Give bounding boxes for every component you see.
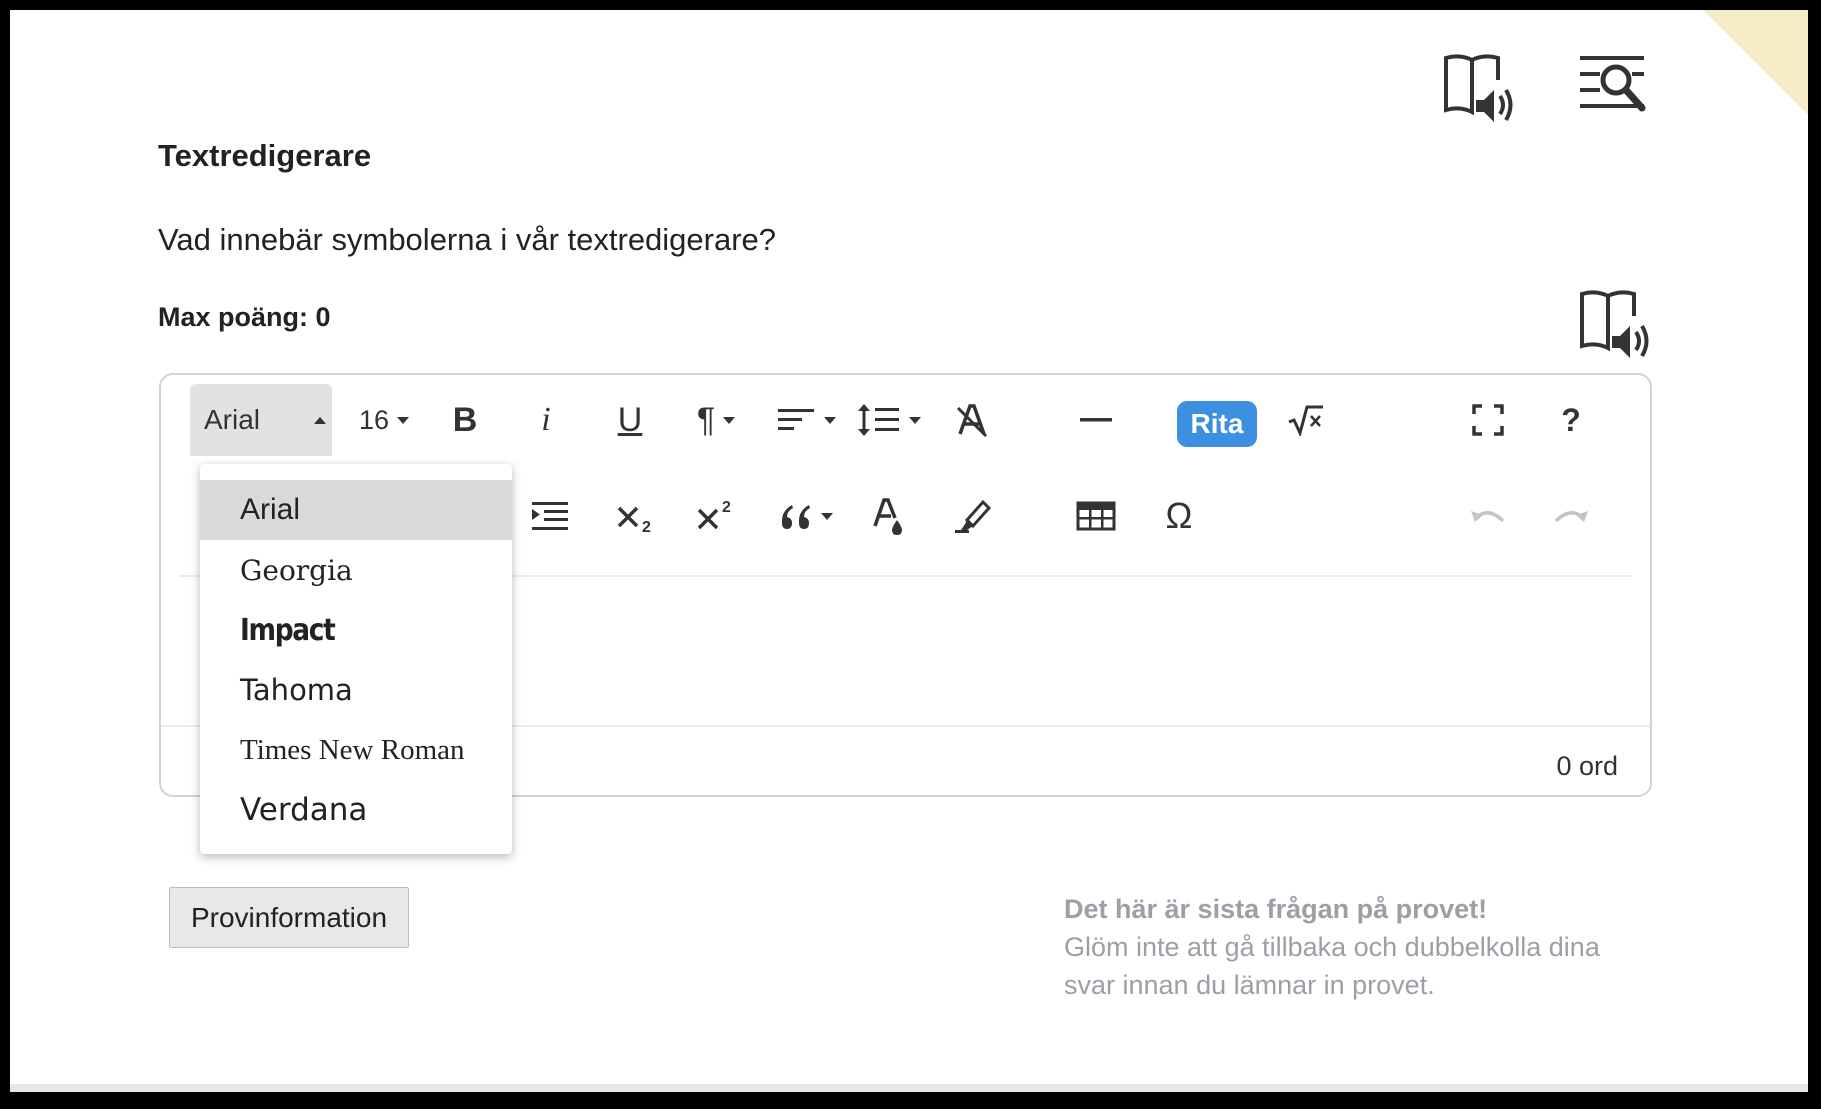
question-text: Vad innebär symbolerna i vår textrediger… <box>158 222 777 257</box>
rita-button[interactable]: Rita <box>1177 401 1257 447</box>
page-frame: Textredigerare Vad innebär symbolerna i … <box>10 10 1808 1092</box>
redo-button[interactable] <box>1546 488 1596 544</box>
font-family-select[interactable]: Arial <box>190 384 332 456</box>
undo-button[interactable] <box>1463 488 1513 544</box>
line-height-icon <box>858 404 899 436</box>
subscript-icon: 2 <box>617 506 651 534</box>
clear-format-button[interactable] <box>947 392 997 448</box>
last-question-note: Det här är sista frågan på provet! Glöm … <box>1064 890 1600 1004</box>
horizontal-line-button[interactable] <box>1071 392 1121 448</box>
text-lines-magnifier-icon[interactable] <box>1576 50 1652 127</box>
chevron-down-icon <box>824 416 836 424</box>
font-option-arial[interactable]: Arial <box>200 480 512 540</box>
subscript-button[interactable]: 2 <box>608 488 668 544</box>
align-icon <box>778 409 814 430</box>
chevron-down-icon <box>821 512 833 520</box>
quote-icon <box>781 505 810 529</box>
italic-button[interactable]: i <box>521 392 571 448</box>
font-size-select[interactable]: 16 <box>349 392 419 448</box>
underline-icon: U <box>617 400 643 439</box>
help-button[interactable]: ? <box>1546 392 1596 448</box>
align-button[interactable] <box>773 392 839 448</box>
bold-icon: B <box>452 400 478 439</box>
superscript-button[interactable]: 2 <box>688 488 748 544</box>
clear-format-icon <box>956 404 988 438</box>
indent-icon <box>532 502 568 530</box>
font-option-impact[interactable]: Impact <box>205 600 480 660</box>
font-option-georgia[interactable]: Georgia <box>200 540 512 600</box>
bold-button[interactable]: B <box>440 392 490 448</box>
table-icon <box>1076 501 1116 531</box>
fullscreen-button[interactable] <box>1463 392 1513 448</box>
note-title: Det här är sista frågan på provet! <box>1064 894 1488 924</box>
underline-button[interactable]: U <box>605 392 655 448</box>
question-read-aloud-icon[interactable] <box>1576 286 1652 367</box>
svg-text:2: 2 <box>642 519 651 534</box>
omega-icon: Ω <box>1165 495 1193 536</box>
text-color-button[interactable] <box>864 488 914 544</box>
max-points-label: Max poäng: 0 <box>158 302 331 332</box>
bottom-strip <box>10 1084 1808 1092</box>
highlight-button[interactable] <box>948 488 998 544</box>
page-title: Textredigerare <box>158 138 372 173</box>
special-characters-button[interactable]: Ω <box>1154 488 1204 544</box>
superscript-icon: 2 <box>697 499 731 530</box>
indent-button[interactable] <box>525 488 575 544</box>
caret-up-icon <box>314 417 326 424</box>
paragraph-icon: ¶ <box>696 400 716 439</box>
note-line: svar innan du lämnar in provet. <box>1064 970 1435 1000</box>
word-count: 0 ord <box>1556 751 1618 781</box>
provinformation-button[interactable]: Provinformation <box>169 887 409 948</box>
paragraph-format-button[interactable]: ¶ <box>686 392 746 448</box>
font-family-dropdown: Arial Georgia Impact Tahoma Times New Ro… <box>200 464 512 854</box>
chevron-down-icon <box>909 416 921 424</box>
font-family-value: Arial <box>204 404 261 435</box>
quote-button[interactable] <box>773 488 839 544</box>
line-height-button[interactable] <box>856 392 922 448</box>
font-option-tahoma[interactable]: Tahoma <box>200 660 512 720</box>
help-icon: ? <box>1561 401 1581 438</box>
fullscreen-icon <box>1472 404 1504 436</box>
corner-fold <box>1703 10 1808 115</box>
font-size-value: 16 <box>358 404 390 435</box>
svg-text:2: 2 <box>722 499 731 516</box>
undo-icon <box>1471 511 1505 523</box>
book-speaker-icon[interactable] <box>1440 50 1516 131</box>
note-line: Glöm inte att gå tillbaka och dubbelkoll… <box>1064 932 1600 962</box>
font-option-verdana[interactable]: Verdana <box>200 780 512 840</box>
formula-button[interactable] <box>1281 392 1331 448</box>
horizontal-line-icon <box>1080 418 1112 422</box>
redo-icon <box>1554 511 1588 523</box>
highlight-icon <box>955 499 992 533</box>
table-button[interactable] <box>1071 488 1121 544</box>
text-color-icon <box>873 498 902 535</box>
italic-icon: i <box>541 401 551 438</box>
chevron-down-icon <box>723 416 736 424</box>
chevron-down-icon <box>397 416 410 424</box>
font-option-times-new-roman[interactable]: Times New Roman <box>200 720 512 780</box>
sqrt-icon <box>1288 405 1323 436</box>
